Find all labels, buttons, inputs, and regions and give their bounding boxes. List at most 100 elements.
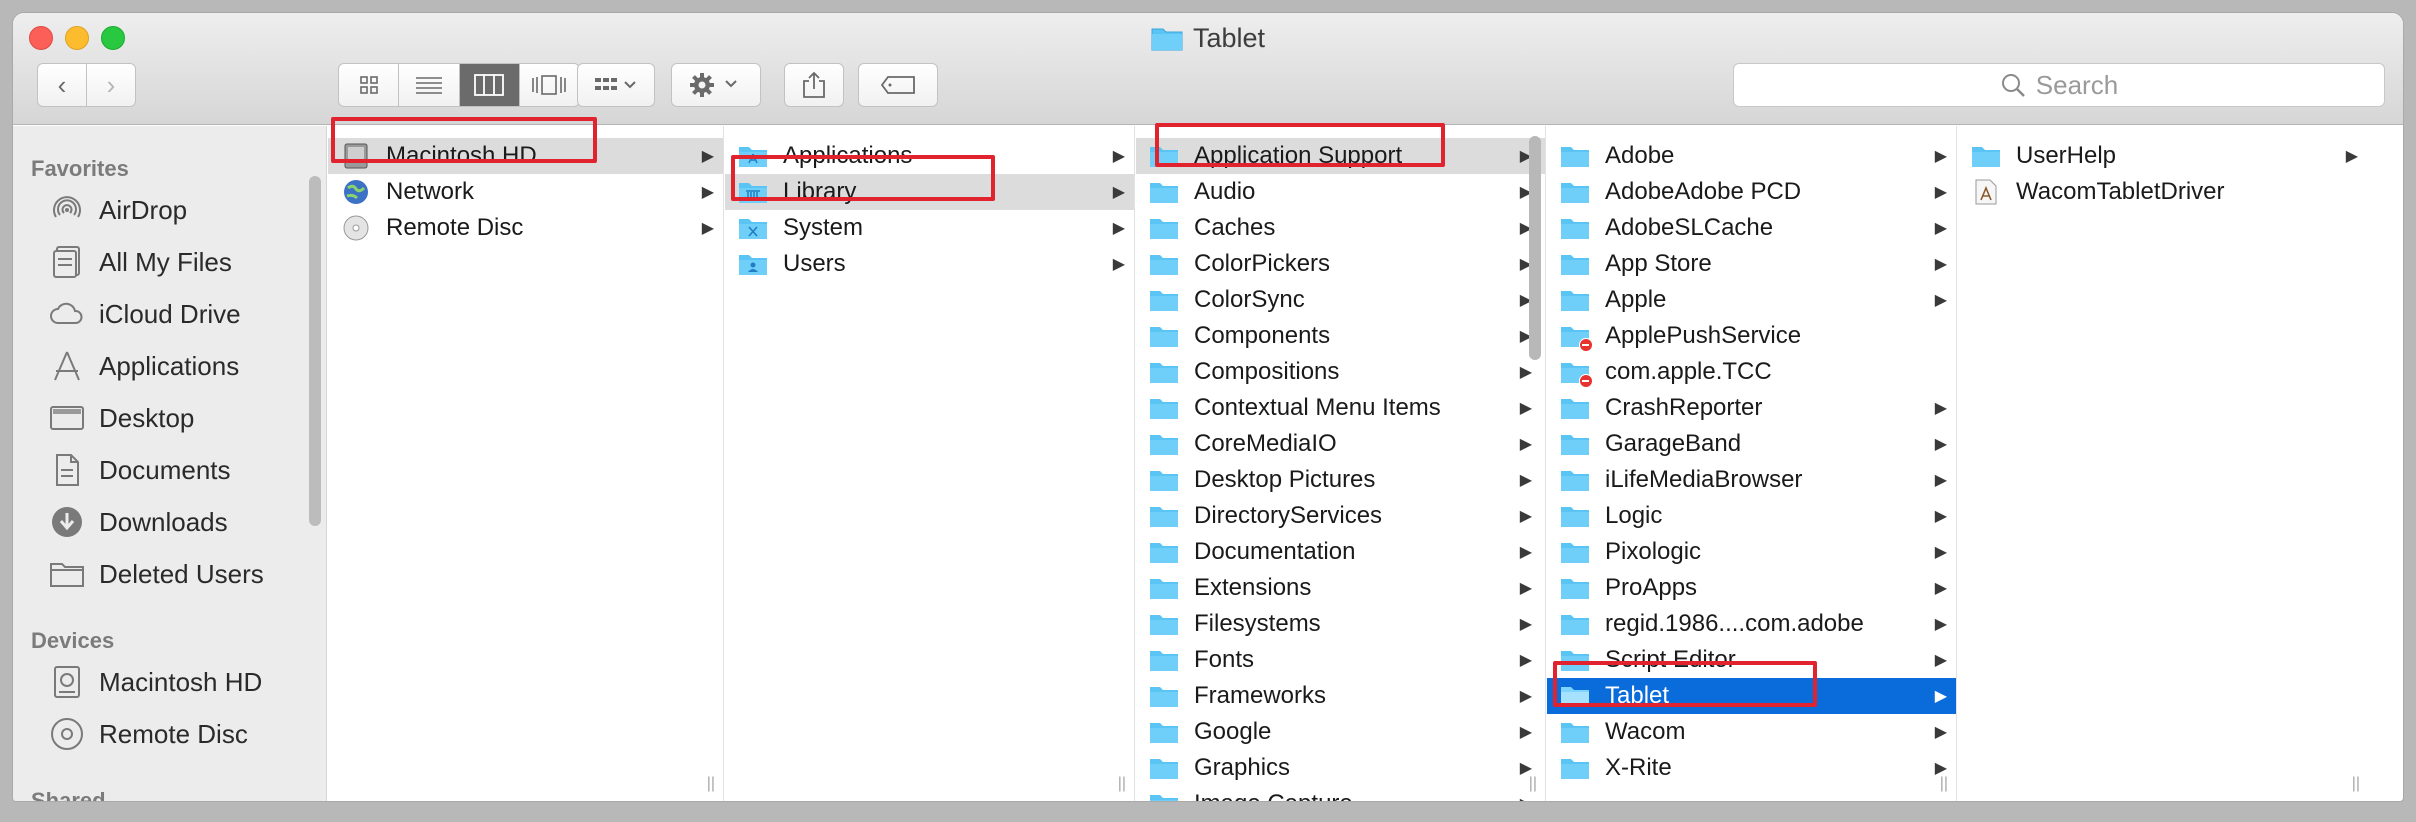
list-item[interactable]: Filesystems ▶ <box>1136 606 1545 642</box>
list-item[interactable]: Google ▶ <box>1136 714 1545 750</box>
list-item[interactable]: com.apple.TCC <box>1547 354 1956 390</box>
list-item-label: ApplePushService <box>1605 322 1802 349</box>
list-item[interactable]: Script Editor ▶ <box>1547 642 1956 678</box>
list-item[interactable]: WacomTabletDriver <box>1958 174 2368 210</box>
cover-flow-button[interactable] <box>520 64 579 106</box>
list-item[interactable]: Caches ▶ <box>1136 210 1545 246</box>
list-item[interactable]: Graphics ▶ <box>1136 750 1545 786</box>
list-item-label: AdobeAdobe PCD <box>1605 178 1802 205</box>
list-item-label: Compositions <box>1194 358 1340 385</box>
sidebar-item-airdrop[interactable]: AirDrop <box>49 190 187 230</box>
folder-icon <box>1148 286 1180 314</box>
list-item[interactable]: Adobe ▶ <box>1547 138 1956 174</box>
list-item[interactable]: Macintosh HD ▶ <box>328 138 723 174</box>
list-item-label: Desktop Pictures <box>1194 466 1376 493</box>
list-item[interactable]: ColorPickers ▶ <box>1136 246 1545 282</box>
sidebar-item-documents[interactable]: Documents <box>49 450 231 490</box>
share-button[interactable] <box>784 63 844 107</box>
sidebar-item-desktop[interactable]: Desktop <box>49 398 194 438</box>
list-item[interactable]: X-Rite ▶ <box>1547 750 1956 786</box>
window-title-text: Tablet <box>1192 23 1266 53</box>
search-icon <box>2001 74 2025 97</box>
list-item[interactable]: iLifeMediaBrowser ▶ <box>1547 462 1956 498</box>
list-item[interactable]: Logic ▶ <box>1547 498 1956 534</box>
list-item[interactable]: CoreMediaIO ▶ <box>1136 426 1545 462</box>
sidebar-item-remote-disc[interactable]: Remote Disc <box>49 714 248 754</box>
column-2: Applications ▶ Library ▶ System ▶ Users … <box>725 126 1135 801</box>
action-button[interactable] <box>671 63 761 107</box>
applications-icon <box>49 348 85 384</box>
column-view-button[interactable] <box>459 64 520 106</box>
chevron-right-icon: ▶ <box>1112 256 1125 273</box>
folder-icon <box>1148 682 1180 710</box>
list-item[interactable]: ColorSync ▶ <box>1136 282 1545 318</box>
list-item[interactable]: Contextual Menu Items ▶ <box>1136 390 1545 426</box>
list-item[interactable]: Wacom ▶ <box>1547 714 1956 750</box>
list-item[interactable]: Extensions ▶ <box>1136 570 1545 606</box>
list-item[interactable]: GarageBand ▶ <box>1547 426 1956 462</box>
list-item[interactable]: Components ▶ <box>1136 318 1545 354</box>
list-item-label: Applications <box>783 142 913 169</box>
sidebar-item-icloud-drive[interactable]: iCloud Drive <box>49 294 241 334</box>
list-item[interactable]: Network ▶ <box>328 174 723 210</box>
list-item[interactable]: Tablet ▶ <box>1547 678 1956 714</box>
list-item[interactable]: Library ▶ <box>725 174 1134 210</box>
list-item[interactable]: App Store ▶ <box>1547 246 1956 282</box>
list-item[interactable]: Application Support ▶ <box>1136 138 1545 174</box>
sidebar-item-all-my-files[interactable]: All My Files <box>49 242 232 282</box>
column-resize-handle[interactable]: || <box>1940 775 1948 793</box>
sidebar-item-deleted-users[interactable]: Deleted Users <box>49 554 264 594</box>
list-item-label: Library <box>783 178 857 205</box>
list-item[interactable]: ProApps ▶ <box>1547 570 1956 606</box>
arrange-icon <box>595 78 636 90</box>
search-field[interactable]: Search <box>1733 63 2385 107</box>
chevron-right-icon: ▶ <box>1519 364 1532 381</box>
hard-drive-icon <box>340 142 372 170</box>
list-item[interactable]: regid.1986....com.adobe ▶ <box>1547 606 1956 642</box>
list-item[interactable]: Documentation ▶ <box>1136 534 1545 570</box>
folder-icon <box>1559 682 1591 710</box>
list-item[interactable]: ApplePushService <box>1547 318 1956 354</box>
arrange-button[interactable] <box>577 63 655 107</box>
list-item[interactable]: Frameworks ▶ <box>1136 678 1545 714</box>
list-item[interactable]: Image Capture ▶ <box>1136 786 1545 801</box>
column-resize-handle[interactable]: || <box>1529 775 1537 793</box>
list-item[interactable]: Applications ▶ <box>725 138 1134 174</box>
list-item[interactable]: CrashReporter ▶ <box>1547 390 1956 426</box>
window-title: Tablet <box>13 23 2403 58</box>
list-item[interactable]: Apple ▶ <box>1547 282 1956 318</box>
column-resize-handle[interactable]: || <box>2352 775 2360 793</box>
list-item[interactable]: Remote Disc ▶ <box>328 210 723 246</box>
list-item[interactable]: Compositions ▶ <box>1136 354 1545 390</box>
sidebar-item-macintosh-hd[interactable]: Macintosh HD <box>49 662 262 702</box>
icon-view-button[interactable] <box>339 64 400 106</box>
list-item[interactable]: System ▶ <box>725 210 1134 246</box>
chevron-right-icon: ▶ <box>2345 148 2358 165</box>
sidebar-item-downloads[interactable]: Downloads <box>49 502 228 542</box>
sidebar-item-label: Documents <box>99 454 231 485</box>
sidebar-scrollbar[interactable] <box>309 176 321 526</box>
list-item[interactable]: AdobeSLCache ▶ <box>1547 210 1956 246</box>
list-item[interactable]: Fonts ▶ <box>1136 642 1545 678</box>
column-resize-handle[interactable]: || <box>1118 775 1126 793</box>
column-resize-handle[interactable]: || <box>707 775 715 793</box>
chevron-right-icon: ▶ <box>1934 724 1947 741</box>
list-item[interactable]: Users ▶ <box>725 246 1134 282</box>
list-item[interactable]: Pixologic ▶ <box>1547 534 1956 570</box>
list-item[interactable]: Desktop Pictures ▶ <box>1136 462 1545 498</box>
list-item[interactable]: UserHelp ▶ <box>1958 138 2368 174</box>
list-item-label: Network <box>386 178 475 205</box>
list-view-button[interactable] <box>399 64 460 106</box>
tag-button[interactable] <box>858 63 938 107</box>
list-item-label: Graphics <box>1194 754 1291 781</box>
forward-button[interactable]: › <box>86 63 136 107</box>
chevron-right-icon: ▶ <box>1934 652 1947 669</box>
list-item[interactable]: AdobeAdobe PCD ▶ <box>1547 174 1956 210</box>
folder-icon <box>1148 790 1180 801</box>
sidebar-item-applications[interactable]: Applications <box>49 346 239 386</box>
column-scrollbar[interactable] <box>1529 136 1541 360</box>
list-item[interactable]: Audio ▶ <box>1136 174 1545 210</box>
cover-flow-icon <box>532 75 567 95</box>
back-button[interactable]: ‹ <box>37 63 87 107</box>
list-item[interactable]: DirectoryServices ▶ <box>1136 498 1545 534</box>
